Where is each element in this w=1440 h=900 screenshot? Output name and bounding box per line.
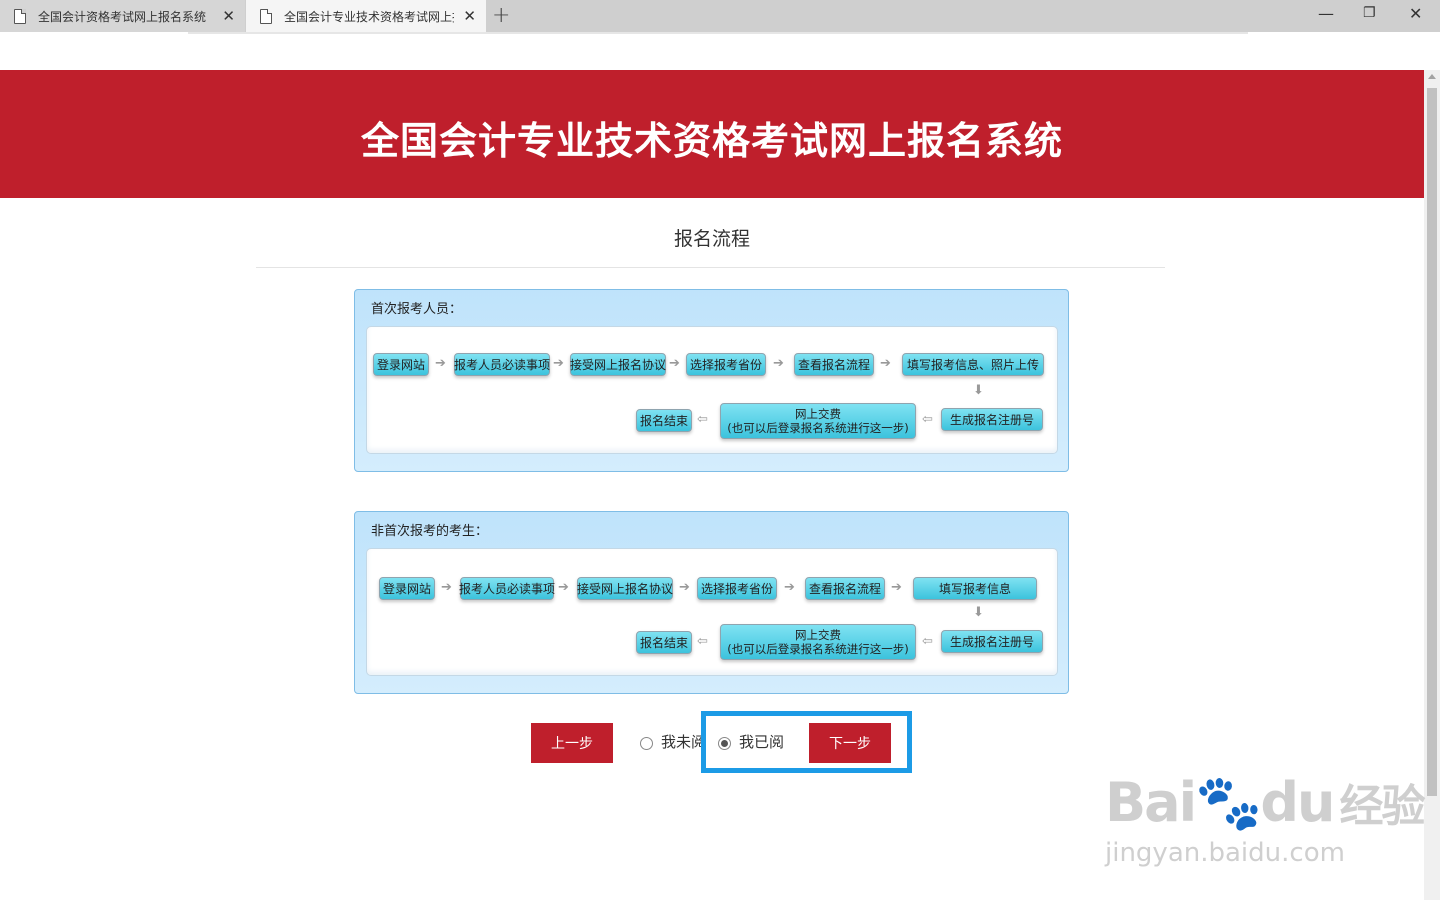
browser-tab-1[interactable]: 全国会计资格考试网上报名系统 ✕ (0, 0, 245, 32)
next-step-button[interactable]: 下一步 (809, 723, 891, 763)
tab-close-icon[interactable]: ✕ (222, 7, 235, 25)
divider (256, 267, 1165, 268)
tab-close-icon[interactable]: ✕ (463, 7, 476, 25)
arrow-left-icon: ⇦ (697, 634, 708, 649)
arrow-down-icon: ⬇ (973, 605, 984, 620)
arrow-right-icon: ➔ (773, 356, 784, 371)
new-tab-button[interactable]: + (492, 3, 510, 28)
step-online-payment: 网上交费 (也可以后登录报名系统进行这一步) (720, 624, 916, 660)
arrow-right-icon: ➔ (558, 580, 569, 595)
payment-label: 网上交费 (795, 407, 841, 421)
flow-box: 登录网站 ➔ 报考人员必读事项 ➔ 接受网上报名协议 ➔ 选择报考省份 ➔ 查看… (366, 548, 1058, 676)
scroll-thumb[interactable] (1427, 88, 1437, 796)
step-read-notes: 报考人员必读事项 (454, 353, 550, 376)
page-viewport: 全国会计专业技术资格考试网上报名系统 报名流程 首次报考人员： 登录网站 ➔ 报… (0, 70, 1425, 900)
arrow-right-icon: ➔ (553, 356, 564, 371)
step-select-province: 选择报考省份 (686, 353, 766, 376)
restore-icon[interactable]: ❐ (1363, 5, 1376, 21)
address-area (0, 32, 1440, 70)
arrow-right-icon: ➔ (891, 580, 902, 595)
step-select-province: 选择报考省份 (697, 577, 777, 600)
watermark-brand2: du (1260, 771, 1335, 834)
step-accept-agreement: 接受网上报名协议 (570, 353, 666, 376)
browser-tab-2[interactable]: 全国会计专业技术资格考试网上报 ✕ (246, 0, 486, 32)
not-read-label[interactable]: 我未阅 (661, 731, 706, 752)
browser-tab-bar: 全国会计资格考试网上报名系统 ✕ 全国会计专业技术资格考试网上报 ✕ + — ❐… (0, 0, 1440, 32)
panel-title: 非首次报考的考生： (371, 524, 489, 539)
payment-label: 网上交费 (795, 628, 841, 642)
section-title: 报名流程 (673, 228, 750, 250)
vertical-scrollbar[interactable] (1424, 70, 1440, 900)
site-title: 全国会计专业技术资格考试网上报名系统 (360, 119, 1063, 163)
page-icon (14, 8, 26, 24)
minimize-icon[interactable]: — (1318, 4, 1334, 23)
returning-panel: 非首次报考的考生： 登录网站 ➔ 报考人员必读事项 ➔ 接受网上报名协议 ➔ 选… (354, 511, 1069, 694)
arrow-left-icon: ⇦ (697, 412, 708, 427)
watermark-url: jingyan.baidu.com (1105, 838, 1345, 868)
arrow-right-icon: ➔ (784, 580, 795, 595)
step-fill-info: 填写报考信息、照片上传 (902, 353, 1044, 376)
step-view-process: 查看报名流程 (794, 353, 874, 376)
step-login: 登录网站 (379, 577, 435, 600)
arrow-right-icon: ➔ (435, 356, 446, 371)
step-generate-number: 生成报名注册号 (941, 408, 1043, 431)
prev-step-button[interactable]: 上一步 (531, 723, 613, 763)
scroll-up-icon[interactable] (1428, 74, 1436, 79)
address-underline (188, 32, 1248, 34)
first-time-panel: 首次报考人员： 登录网站 ➔ 报考人员必读事项 ➔ 接受网上报名协议 ➔ 选择报… (354, 289, 1069, 472)
payment-note: (也可以后登录报名系统进行这一步) (727, 421, 909, 435)
read-label[interactable]: 我已阅 (739, 731, 784, 752)
step-read-notes: 报考人员必读事项 (459, 577, 555, 600)
payment-note: (也可以后登录报名系统进行这一步) (727, 642, 909, 656)
arrow-left-icon: ⇦ (922, 412, 933, 427)
not-read-radio[interactable] (640, 737, 653, 750)
arrow-left-icon: ⇦ (922, 634, 933, 649)
step-login: 登录网站 (373, 353, 429, 376)
panel-title: 首次报考人员： (371, 302, 463, 317)
arrow-down-icon: ⬇ (973, 383, 984, 398)
watermark-brand: Bai (1105, 771, 1197, 834)
step-generate-number: 生成报名注册号 (941, 630, 1043, 653)
step-finish: 报名结束 (636, 409, 692, 432)
window-close-icon[interactable]: ✕ (1409, 4, 1422, 23)
step-fill-info: 填写报考信息 (913, 577, 1037, 600)
read-radio[interactable] (718, 737, 731, 750)
step-view-process: 查看报名流程 (805, 577, 885, 600)
watermark-logo: Bai🐾du 经验 (1105, 770, 1425, 835)
arrow-right-icon: ➔ (880, 356, 891, 371)
flow-box: 登录网站 ➔ 报考人员必读事项 ➔ 接受网上报名协议 ➔ 选择报考省份 ➔ 查看… (366, 326, 1058, 454)
step-accept-agreement: 接受网上报名协议 (577, 577, 673, 600)
header-banner: 全国会计专业技术资格考试网上报名系统 (0, 70, 1424, 198)
tab-title: 全国会计资格考试网上报名系统 (38, 9, 207, 24)
step-online-payment: 网上交费 (也可以后登录报名系统进行这一步) (720, 403, 916, 439)
arrow-right-icon: ➔ (679, 580, 690, 595)
paw-icon: 🐾 (1195, 771, 1262, 834)
tab-title: 全国会计专业技术资格考试网上报 (284, 9, 454, 24)
page-icon (260, 8, 272, 24)
step-finish: 报名结束 (636, 631, 692, 654)
watermark-cn: 经验 (1339, 781, 1425, 832)
arrow-right-icon: ➔ (669, 356, 680, 371)
arrow-right-icon: ➔ (441, 580, 452, 595)
